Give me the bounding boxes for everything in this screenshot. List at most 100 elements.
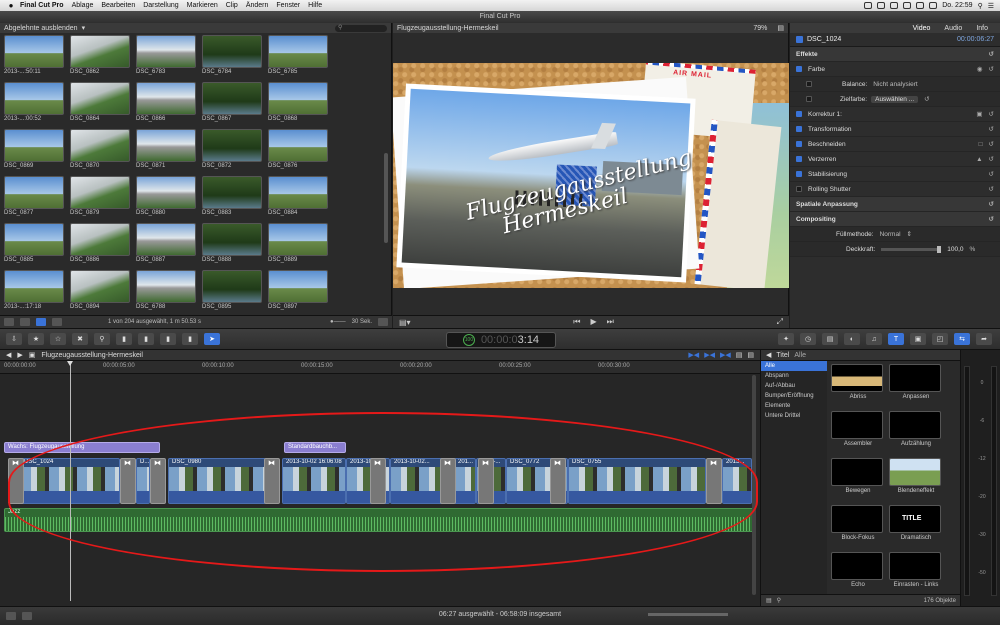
- clip-thumbnail[interactable]: DSC_0876: [268, 129, 330, 169]
- clip-thumbnail[interactable]: DSC_0886: [70, 223, 132, 263]
- category-item[interactable]: Abspann: [761, 371, 827, 381]
- import-media-icon[interactable]: ⇩: [6, 333, 22, 345]
- timeline-zoom-slider[interactable]: [648, 613, 728, 616]
- sync-icon[interactable]: [877, 2, 886, 9]
- clip-appearance-icon[interactable]: [378, 318, 388, 326]
- title-template[interactable]: Assembler: [831, 411, 885, 447]
- photos-browser-icon[interactable]: ◐: [844, 333, 860, 345]
- effect-stabilisierung[interactable]: Stabilisierung ↺: [790, 167, 1000, 182]
- clip-thumbnail[interactable]: DSC_0877: [4, 176, 66, 216]
- clip-thumbnail[interactable]: DSC_0885: [4, 223, 66, 263]
- append-clip-icon[interactable]: ▮: [160, 333, 176, 345]
- section-spatiale-anpassung[interactable]: Spatiale Anpassung ↺: [790, 197, 1000, 212]
- menu-markieren[interactable]: Markieren: [183, 2, 222, 9]
- enable-checkbox[interactable]: [796, 66, 802, 72]
- previous-frame-icon[interactable]: ⏮: [573, 317, 580, 327]
- timeline-video-clip[interactable]: 2013...: [722, 458, 752, 504]
- enable-checkbox[interactable]: [796, 111, 802, 117]
- title-template[interactable]: Blendeneffekt: [889, 458, 943, 494]
- menu-aendern[interactable]: Ändern: [242, 2, 273, 9]
- titles-browser-icon[interactable]: T: [888, 333, 904, 345]
- battery-icon[interactable]: [929, 2, 938, 9]
- viewer-zoom[interactable]: 79%: [753, 25, 767, 32]
- skimming-icon[interactable]: ▶◀: [688, 351, 699, 359]
- spotlight-icon[interactable]: ⚲: [978, 2, 983, 10]
- overwrite-clip-icon[interactable]: ▮: [182, 333, 198, 345]
- reject-icon[interactable]: ✖: [72, 333, 88, 345]
- tab-video[interactable]: Video: [913, 25, 931, 32]
- filmstrip-view-button[interactable]: [36, 318, 46, 326]
- clip-thumbnail[interactable]: DSC_0884: [268, 176, 330, 216]
- unrate-icon[interactable]: ☆: [50, 333, 66, 345]
- title-template[interactable]: Aufzählung: [889, 411, 943, 447]
- menu-darstellung[interactable]: Darstellung: [139, 2, 182, 9]
- reset-icon[interactable]: ↺: [989, 200, 994, 208]
- enable-checkbox[interactable]: [796, 141, 802, 147]
- category-item[interactable]: Auf-/Abbau: [761, 381, 827, 391]
- dashboard-timecode[interactable]: 100 00:00:0 3:14: [446, 332, 556, 348]
- favorite-star-icon[interactable]: ★: [28, 333, 44, 345]
- clip-thumbnail[interactable]: DSC_6785: [268, 35, 330, 75]
- reset-icon[interactable]: ↺: [989, 65, 994, 73]
- clip-thumbnail[interactable]: DSC_0895: [202, 270, 264, 310]
- search-icon[interactable]: ⚲: [777, 597, 781, 604]
- library-toggle-icon[interactable]: [4, 318, 14, 326]
- clip-thumbnail[interactable]: 2013-...:50:11: [4, 35, 66, 75]
- playhead[interactable]: [67, 361, 73, 601]
- effect-verzerren[interactable]: Verzerren ▲ ↺: [790, 152, 1000, 167]
- menu-bearbeiten[interactable]: Bearbeiten: [97, 2, 139, 9]
- tab-info[interactable]: Info: [976, 25, 988, 32]
- wifi-icon[interactable]: [903, 2, 912, 9]
- enable-checkbox[interactable]: [796, 186, 802, 192]
- reset-icon[interactable]: ↺: [989, 110, 994, 118]
- titles-toggle-icon[interactable]: ◀: [766, 351, 771, 359]
- zielfarbe-button[interactable]: Auswählen ...: [871, 95, 919, 103]
- next-frame-icon[interactable]: ⏭: [607, 317, 614, 327]
- title-clip[interactable]: Standardbauchb...: [284, 442, 346, 453]
- effect-transformation[interactable]: Transformation ↺: [790, 122, 1000, 137]
- solo-icon[interactable]: ▶◀: [720, 351, 731, 359]
- clip-thumbnail[interactable]: DSC_0880: [136, 176, 198, 216]
- menu-fenster[interactable]: Fenster: [272, 2, 304, 9]
- section-compositing[interactable]: Compositing ↺: [790, 212, 1000, 227]
- music-clip[interactable]: Jazz: [4, 508, 754, 532]
- menu-ablage[interactable]: Ablage: [68, 2, 98, 9]
- music-browser-icon[interactable]: ♫: [866, 333, 882, 345]
- clip-thumbnail[interactable]: DSC_0888: [202, 223, 264, 263]
- clip-thumbnail[interactable]: DSC_0883: [202, 176, 264, 216]
- enable-checkbox[interactable]: [796, 171, 802, 177]
- fullscreen-icon[interactable]: ⤢: [777, 317, 783, 327]
- chevron-updown-icon[interactable]: ⇕: [907, 230, 912, 238]
- share-icon[interactable]: ➦: [976, 333, 992, 345]
- menu-clock[interactable]: Do. 22:59: [942, 2, 972, 9]
- clip-thumbnail[interactable]: DSC_6784: [202, 35, 264, 75]
- apple-icon[interactable]: ●: [6, 1, 16, 10]
- menu-app[interactable]: Final Cut Pro: [16, 2, 68, 9]
- clip-thumbnail[interactable]: DSC_0862: [70, 35, 132, 75]
- browser-scrollbar[interactable]: [384, 153, 388, 243]
- clip-thumbnail[interactable]: DSC_6788: [136, 270, 198, 310]
- clip-thumbnail[interactable]: DSC_0864: [70, 82, 132, 122]
- play-icon[interactable]: ▶: [591, 317, 597, 327]
- clip-thumbnail[interactable]: DSC_0868: [268, 82, 330, 122]
- magic-wand-icon[interactable]: ✦: [778, 333, 794, 345]
- fuellmethode-popup[interactable]: Normal: [880, 231, 901, 238]
- distort-icon[interactable]: ▲: [976, 156, 982, 163]
- clip-thumbnail[interactable]: DSC_0889: [268, 223, 330, 263]
- reset-icon[interactable]: ↺: [989, 155, 994, 163]
- timeline-video-clip[interactable]: DSC_0755: [568, 458, 706, 504]
- reset-icon[interactable]: ↺: [989, 140, 994, 148]
- category-item[interactable]: Alle: [761, 361, 827, 371]
- snapping-icon[interactable]: ▤: [736, 351, 743, 359]
- connect-clip-icon[interactable]: ▮: [116, 333, 132, 345]
- menu-clip[interactable]: Clip: [222, 2, 242, 9]
- clip-thumbnail[interactable]: DSC_0871: [136, 129, 198, 169]
- effect-farbe[interactable]: Farbe ◉ ↺: [790, 62, 1000, 77]
- volume-icon[interactable]: [916, 2, 925, 9]
- clip-thumbnail[interactable]: DSC_0866: [136, 82, 198, 122]
- timeline-video-clip[interactable]: D...: [136, 458, 150, 504]
- dropbox-icon[interactable]: [864, 2, 873, 9]
- reset-icon[interactable]: ↺: [989, 170, 994, 178]
- reset-icon[interactable]: ↺: [989, 215, 994, 223]
- transition[interactable]: [440, 458, 456, 504]
